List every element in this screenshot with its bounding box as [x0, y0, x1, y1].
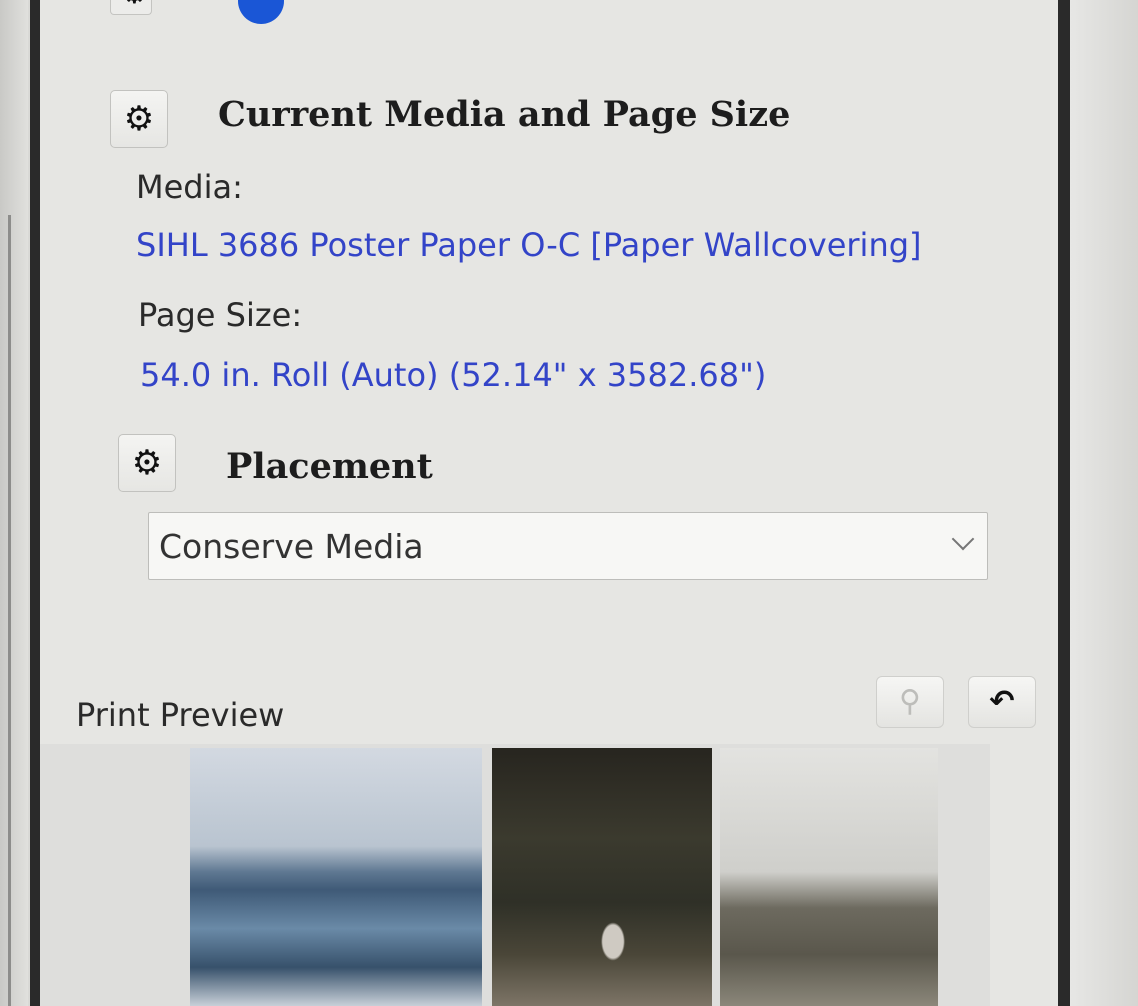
preview-image-lake[interactable]	[190, 748, 482, 1006]
zoom-button[interactable]: ⚲	[876, 676, 944, 728]
monitor-bezel-left	[0, 0, 28, 1006]
monitor-bezel-right	[1070, 0, 1138, 1006]
preview-image-couple[interactable]	[492, 748, 712, 1006]
gear-icon: ⚙	[121, 0, 148, 11]
magnifier-icon: ⚲	[899, 684, 921, 719]
undo-icon: ↶	[989, 684, 1015, 719]
undo-button[interactable]: ↶	[968, 676, 1036, 728]
preview-image-hills[interactable]	[720, 748, 938, 1006]
media-section-title: Current Media and Page Size	[218, 94, 791, 135]
info-icon[interactable]	[238, 0, 284, 24]
print-preview-label: Print Preview	[76, 696, 285, 734]
page-size-value-link[interactable]: 54.0 in. Roll (Auto) (52.14" x 3582.68")	[140, 356, 766, 394]
monitor-edge-line	[8, 215, 11, 1006]
placement-section-title: Placement	[226, 446, 433, 487]
placement-selected-value: Conserve Media	[159, 527, 424, 566]
chevron-down-icon	[951, 527, 975, 551]
window-frame-right	[1058, 0, 1070, 1006]
media-settings-button[interactable]: ⚙	[110, 90, 168, 148]
media-label: Media:	[136, 168, 243, 206]
placement-dropdown[interactable]: Conserve Media	[148, 512, 988, 580]
placement-settings-button[interactable]: ⚙	[118, 434, 176, 492]
gear-icon: ⚙	[123, 99, 155, 139]
top-gear-button[interactable]: ⚙	[110, 0, 152, 15]
window-frame-left	[30, 0, 40, 1006]
media-value-link[interactable]: SIHL 3686 Poster Paper O-C [Paper Wallco…	[136, 226, 922, 264]
page-size-label: Page Size:	[138, 296, 303, 334]
gear-icon: ⚙	[131, 443, 163, 483]
